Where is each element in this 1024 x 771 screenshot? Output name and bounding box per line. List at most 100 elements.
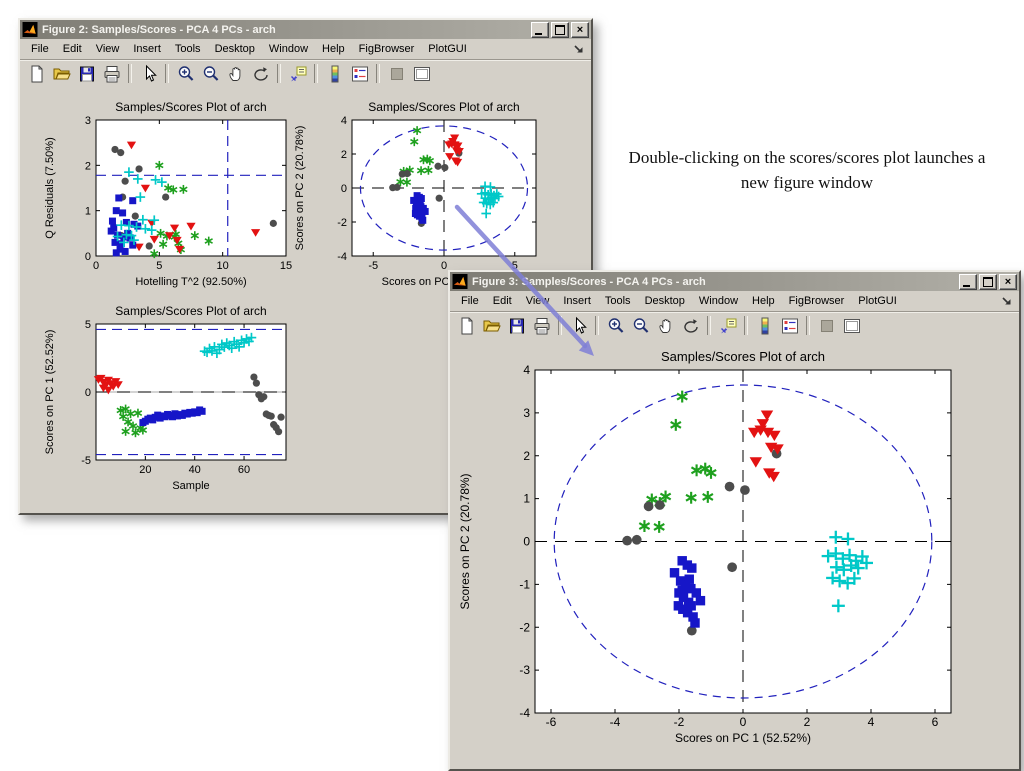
- svg-text:4: 4: [868, 715, 875, 729]
- arrow-cursor-icon[interactable]: [137, 63, 160, 84]
- scores-vs-sample-plot[interactable]: 204060-505Samples/Scores Plot of archSam…: [40, 298, 312, 504]
- menu-insert[interactable]: Insert: [556, 293, 598, 309]
- minimize-button[interactable]: [531, 22, 549, 38]
- svg-text:3: 3: [523, 406, 530, 420]
- colorbar-icon[interactable]: [753, 315, 776, 336]
- arrow-cursor-icon[interactable]: [567, 315, 590, 336]
- close-button[interactable]: ×: [571, 22, 589, 38]
- svg-text:0: 0: [341, 183, 347, 195]
- menu-help[interactable]: Help: [315, 41, 352, 57]
- qresiduals-plot[interactable]: 0510150123Samples/Scores Plot of archHot…: [40, 94, 312, 296]
- data-tip-icon[interactable]: [716, 315, 739, 336]
- svg-text:40: 40: [189, 464, 201, 476]
- matlab-icon: [452, 274, 468, 289]
- hold-plot-icon[interactable]: [385, 63, 408, 84]
- menu-edit[interactable]: Edit: [486, 293, 519, 309]
- legend-icon[interactable]: [778, 315, 801, 336]
- open-folder-icon[interactable]: [50, 63, 73, 84]
- maximize-button[interactable]: [979, 274, 997, 290]
- svg-text:Samples/Scores Plot of arch: Samples/Scores Plot of arch: [115, 100, 266, 114]
- svg-text:5: 5: [85, 319, 91, 331]
- rotate-3d-icon[interactable]: [249, 63, 272, 84]
- zoom-out-icon[interactable]: [199, 63, 222, 84]
- menu-file[interactable]: File: [454, 293, 486, 309]
- svg-text:Scores on PC 2 (20.78%): Scores on PC 2 (20.78%): [294, 126, 306, 251]
- svg-text:-4: -4: [519, 706, 530, 720]
- maximize-button[interactable]: [551, 22, 569, 38]
- figure2-titlebar[interactable]: Figure 2: Samples/Scores - PCA 4 PCs - a…: [20, 20, 591, 39]
- pan-hand-icon[interactable]: [224, 63, 247, 84]
- toolbar-separator: [277, 64, 281, 83]
- menu-help[interactable]: Help: [745, 293, 782, 309]
- axes-mode-icon[interactable]: [410, 63, 433, 84]
- menu-overflow-icon[interactable]: [573, 43, 585, 58]
- menu-edit[interactable]: Edit: [56, 41, 89, 57]
- new-document-icon[interactable]: [25, 63, 48, 84]
- svg-text:0: 0: [740, 715, 747, 729]
- figure3-toolbar: [450, 312, 1019, 340]
- svg-text:-2: -2: [674, 715, 685, 729]
- menu-file[interactable]: File: [24, 41, 56, 57]
- svg-text:Samples/Scores Plot of arch: Samples/Scores Plot of arch: [661, 349, 825, 364]
- zoom-in-icon[interactable]: [604, 315, 627, 336]
- menu-insert[interactable]: Insert: [126, 41, 168, 57]
- data-tip-icon[interactable]: [286, 63, 309, 84]
- menu-tools[interactable]: Tools: [598, 293, 638, 309]
- print-icon[interactable]: [100, 63, 123, 84]
- menu-overflow-icon[interactable]: [1001, 295, 1013, 310]
- svg-text:-2: -2: [519, 620, 530, 634]
- svg-text:2: 2: [341, 149, 347, 161]
- open-folder-icon[interactable]: [480, 315, 503, 336]
- figure3-titlebar[interactable]: Figure 3: Samples/Scores - PCA 4 PCs - a…: [450, 272, 1019, 291]
- svg-text:-4: -4: [610, 715, 621, 729]
- window-title: Figure 3: Samples/Scores - PCA 4 PCs - a…: [472, 276, 959, 288]
- svg-text:-2: -2: [337, 217, 347, 229]
- toolbar-separator: [165, 64, 169, 83]
- print-icon[interactable]: [530, 315, 553, 336]
- legend-icon[interactable]: [348, 63, 371, 84]
- menu-view[interactable]: View: [89, 41, 127, 57]
- save-icon[interactable]: [505, 315, 528, 336]
- svg-text:6: 6: [932, 715, 939, 729]
- zoom-in-icon[interactable]: [174, 63, 197, 84]
- axes-mode-icon[interactable]: [840, 315, 863, 336]
- svg-text:-4: -4: [337, 251, 347, 263]
- minimize-button[interactable]: [959, 274, 977, 290]
- svg-text:60: 60: [238, 464, 250, 476]
- toolbar-separator: [376, 64, 380, 83]
- menu-window[interactable]: Window: [262, 41, 315, 57]
- pan-hand-icon[interactable]: [654, 315, 677, 336]
- annotation-line2: new figure window: [598, 171, 1016, 196]
- menu-plotgui[interactable]: PlotGUI: [421, 41, 474, 57]
- hold-plot-icon[interactable]: [815, 315, 838, 336]
- zoom-out-icon[interactable]: [629, 315, 652, 336]
- svg-text:2: 2: [804, 715, 811, 729]
- svg-text:Sample: Sample: [172, 480, 209, 492]
- toolbar-separator: [128, 64, 132, 83]
- menu-figbrowser[interactable]: FigBrowser: [782, 293, 852, 309]
- svg-text:3: 3: [85, 115, 91, 127]
- scores-plot-large[interactable]: -6-4-20246-4-3-2-101234Samples/Scores Pl…: [456, 344, 1009, 759]
- window-title: Figure 2: Samples/Scores - PCA 4 PCs - a…: [42, 24, 531, 36]
- toolbar-separator: [558, 316, 562, 335]
- close-button[interactable]: ×: [999, 274, 1017, 290]
- figure3-client-area: -6-4-20246-4-3-2-101234Samples/Scores Pl…: [450, 338, 1019, 769]
- svg-text:4: 4: [523, 363, 530, 377]
- menu-tools[interactable]: Tools: [168, 41, 208, 57]
- svg-text:2: 2: [523, 449, 530, 463]
- menu-desktop[interactable]: Desktop: [638, 293, 692, 309]
- svg-text:0: 0: [85, 387, 91, 399]
- new-document-icon[interactable]: [455, 315, 478, 336]
- toolbar-separator: [806, 316, 810, 335]
- svg-text:-1: -1: [519, 577, 530, 591]
- save-icon[interactable]: [75, 63, 98, 84]
- menu-window[interactable]: Window: [692, 293, 745, 309]
- menu-figbrowser[interactable]: FigBrowser: [352, 41, 422, 57]
- menu-desktop[interactable]: Desktop: [208, 41, 262, 57]
- menu-plotgui[interactable]: PlotGUI: [851, 293, 904, 309]
- scores-plot-small[interactable]: -505-4-2024Samples/Scores Plot of archSc…: [290, 94, 552, 296]
- colorbar-icon[interactable]: [323, 63, 346, 84]
- svg-text:-3: -3: [519, 663, 530, 677]
- rotate-3d-icon[interactable]: [679, 315, 702, 336]
- menu-view[interactable]: View: [519, 293, 557, 309]
